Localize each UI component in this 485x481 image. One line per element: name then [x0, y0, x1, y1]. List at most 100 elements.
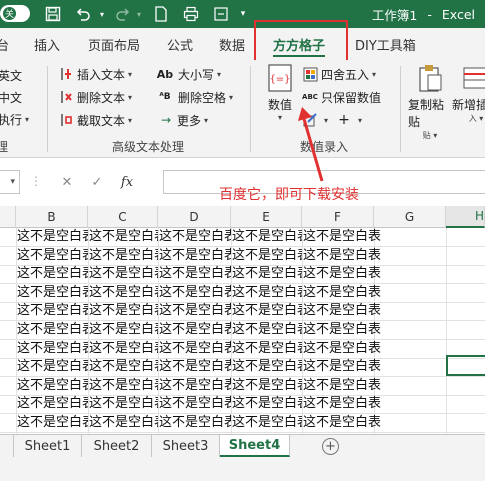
- table-cell[interactable]: 这不是空白表: [303, 265, 403, 283]
- table-cell[interactable]: 这不是空白表: [17, 358, 88, 376]
- table-cell[interactable]: 这不是空白表: [159, 340, 231, 358]
- table-cell[interactable]: 这不是空白表: [159, 358, 231, 376]
- table-cell[interactable]: 这不是空白表: [303, 377, 403, 395]
- table-cell[interactable]: 这不是空白表: [232, 358, 302, 376]
- table-cell[interactable]: 这不是空白表: [232, 228, 302, 246]
- table-cell[interactable]: 这不是空白表: [303, 284, 403, 302]
- table-cell[interactable]: 这不是空白表: [232, 247, 302, 265]
- case-button[interactable]: Ab 大小写 ▾: [155, 64, 221, 84]
- table-cell[interactable]: 这不是空白表: [17, 340, 88, 358]
- column-header-h[interactable]: H: [446, 206, 485, 228]
- table-cell[interactable]: 这不是空白表: [159, 302, 231, 320]
- table-cell[interactable]: 这不是空白表: [232, 340, 302, 358]
- selected-cell[interactable]: [446, 355, 485, 376]
- table-cell[interactable]: 这不是空白表: [17, 395, 88, 413]
- table-cell[interactable]: 这不是空白表: [232, 284, 302, 302]
- table-cell[interactable]: 这不是空白表: [89, 228, 158, 246]
- table-cell[interactable]: 这不是空白表: [89, 321, 158, 339]
- table-cell[interactable]: 这不是空白表: [17, 284, 88, 302]
- keep-value-button[interactable]: ABC 只保留数值: [302, 87, 381, 107]
- table-cell[interactable]: 这不是空白表: [303, 302, 403, 320]
- sheet-tab-2[interactable]: Sheet2: [82, 435, 152, 457]
- customize-toolbar-icon[interactable]: ▾: [236, 4, 250, 24]
- save-icon[interactable]: [42, 4, 64, 24]
- worksheet-grid[interactable]: 这不是空白表这不是空白表这不是空白表这不是空白表这不是空白表这不是空白表这不是空…: [0, 228, 485, 434]
- sheet-tab-3[interactable]: Sheet3: [152, 435, 220, 457]
- insert-text-button[interactable]: 插入文本 ▾: [58, 64, 132, 84]
- table-cell[interactable]: 这不是空白表: [89, 340, 158, 358]
- undo-dropdown-icon[interactable]: ▾: [96, 4, 108, 24]
- table-cell[interactable]: 这不是空白表: [17, 247, 88, 265]
- table-cell[interactable]: 这不是空白表: [17, 265, 88, 283]
- table-cell[interactable]: 这不是空白表: [89, 265, 158, 283]
- tab-insert[interactable]: 插入: [34, 28, 60, 60]
- table-cell[interactable]: 这不是空白表: [17, 228, 88, 246]
- printer-icon[interactable]: [180, 4, 202, 24]
- undo-icon[interactable]: [72, 4, 94, 24]
- new-insert-button[interactable]: 新增插入 入 ▾: [451, 62, 485, 124]
- round-button[interactable]: 四舍五入 ▾: [302, 64, 376, 84]
- quick-access-icon[interactable]: [210, 4, 232, 24]
- ribbon-english-item[interactable]: 英文: [0, 65, 22, 85]
- cut-text-button[interactable]: 截取文本 ▾: [58, 110, 132, 130]
- plus-button[interactable]: + ▾: [336, 110, 362, 130]
- table-cell[interactable]: 这不是空白表: [159, 228, 231, 246]
- tab-formulas[interactable]: 公式: [167, 28, 193, 60]
- column-header-f[interactable]: F: [302, 206, 374, 228]
- name-box[interactable]: ▾: [0, 170, 20, 194]
- table-cell[interactable]: 这不是空白表: [232, 377, 302, 395]
- sheet-tab-1[interactable]: Sheet1: [14, 435, 82, 457]
- table-cell[interactable]: 这不是空白表: [17, 321, 88, 339]
- column-header-d[interactable]: D: [158, 206, 231, 228]
- column-header-c[interactable]: C: [88, 206, 158, 228]
- tab-page-layout[interactable]: 页面布局: [88, 28, 140, 60]
- table-cell[interactable]: 这不是空白表: [89, 377, 158, 395]
- redo-dropdown-icon[interactable]: ▾: [134, 4, 144, 24]
- table-cell[interactable]: 这不是空白表: [159, 284, 231, 302]
- tab-data[interactable]: 数据: [219, 28, 245, 60]
- column-header-b[interactable]: B: [16, 206, 88, 228]
- table-cell[interactable]: 这不是空白表: [17, 414, 88, 432]
- delete-text-button[interactable]: 删除文本 ▾: [58, 87, 132, 107]
- table-cell[interactable]: 这不是空白表: [89, 284, 158, 302]
- table-cell[interactable]: 这不是空白表: [303, 321, 403, 339]
- table-cell[interactable]: 这不是空白表: [232, 265, 302, 283]
- table-cell[interactable]: 这不是空白表: [89, 302, 158, 320]
- table-cell[interactable]: 这不是空白表: [303, 414, 403, 432]
- table-cell[interactable]: 这不是空白表: [89, 395, 158, 413]
- tab-diy-toolbox[interactable]: DIY工具箱: [355, 28, 416, 60]
- sheet-tab-4[interactable]: Sheet4: [220, 435, 290, 457]
- table-cell[interactable]: 这不是空白表: [89, 247, 158, 265]
- table-cell[interactable]: 这不是空白表: [17, 377, 88, 395]
- table-cell[interactable]: 这不是空白表: [159, 321, 231, 339]
- table-cell[interactable]: 这不是空白表: [303, 358, 403, 376]
- table-cell[interactable]: 这不是空白表: [303, 228, 403, 246]
- add-sheet-icon[interactable]: +: [322, 438, 339, 455]
- copy-paste-button[interactable]: 复制粘贴 贴 ▾: [408, 62, 452, 141]
- column-header-g[interactable]: G: [374, 206, 446, 228]
- table-cell[interactable]: 这不是空白表: [159, 265, 231, 283]
- ribbon-execute-item[interactable]: 执行 ▾: [0, 109, 29, 129]
- more-button[interactable]: → 更多 ▾: [158, 110, 208, 130]
- table-cell[interactable]: 这不是空白表: [232, 302, 302, 320]
- table-cell[interactable]: 这不是空白表: [89, 358, 158, 376]
- autosave-toggle[interactable]: 关: [0, 5, 30, 22]
- select-all-corner[interactable]: [0, 206, 16, 228]
- table-cell[interactable]: 这不是空白表: [17, 302, 88, 320]
- table-cell[interactable]: 这不是空白表: [159, 377, 231, 395]
- table-cell[interactable]: 这不是空白表: [303, 247, 403, 265]
- ribbon-chinese-item[interactable]: 中文: [0, 87, 22, 107]
- redo-icon[interactable]: [112, 4, 134, 24]
- table-cell[interactable]: 这不是空白表: [89, 414, 158, 432]
- cancel-icon[interactable]: ✕: [52, 175, 82, 190]
- table-cell[interactable]: 这不是空白表: [159, 414, 231, 432]
- file-icon[interactable]: [150, 4, 172, 24]
- table-cell[interactable]: 这不是空白表: [159, 395, 231, 413]
- table-cell[interactable]: 这不是空白表: [232, 395, 302, 413]
- insert-function-icon[interactable]: fx: [112, 175, 142, 190]
- tab-home[interactable]: 台: [0, 28, 9, 60]
- table-cell[interactable]: 这不是空白表: [303, 340, 403, 358]
- table-cell[interactable]: 这不是空白表: [232, 321, 302, 339]
- table-cell[interactable]: 这不是空白表: [303, 395, 403, 413]
- confirm-icon[interactable]: ✓: [82, 175, 112, 190]
